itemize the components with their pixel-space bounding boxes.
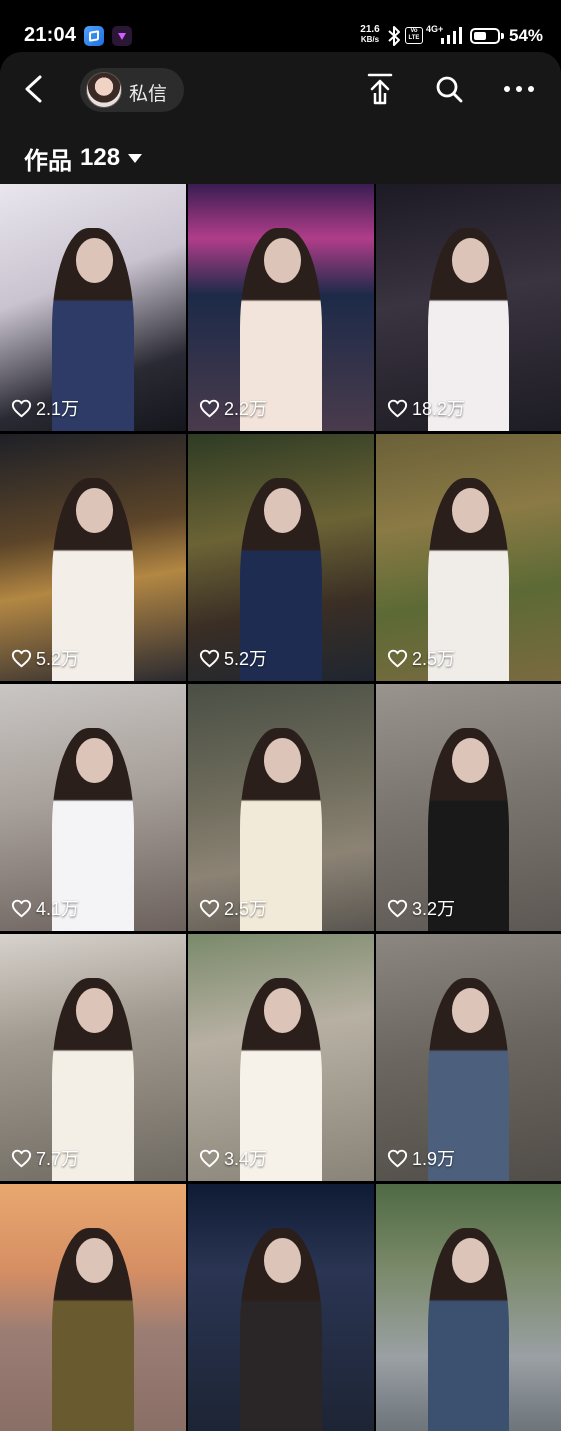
app-notification-icon <box>84 26 104 46</box>
bluetooth-icon <box>388 26 400 46</box>
like-count: 2.1万 <box>11 395 79 421</box>
battery-level <box>474 32 486 40</box>
video-thumbnail[interactable]: 3.4万 <box>188 934 374 1181</box>
volte-bottom: LTE <box>408 35 420 41</box>
video-thumbnail[interactable]: 1.9万 <box>376 934 561 1181</box>
video-thumbnail[interactable]: 4.1万 <box>0 684 186 931</box>
like-count: 5.2万 <box>199 645 267 671</box>
heart-icon <box>387 399 408 417</box>
video-thumbnail[interactable]: 2.1万 <box>0 184 186 431</box>
heart-icon <box>11 649 32 667</box>
back-button[interactable] <box>20 74 48 104</box>
like-count: 2.2万 <box>199 395 267 421</box>
like-count-value: 2.5万 <box>412 649 456 669</box>
heart-icon <box>387 649 408 667</box>
heart-icon <box>387 1149 408 1167</box>
like-count-value: 2.2万 <box>224 399 268 419</box>
thumbnail-face <box>76 988 114 1033</box>
thumbnail-face <box>76 1238 114 1283</box>
like-count: 5.2万 <box>11 645 79 671</box>
heart-icon <box>199 899 220 917</box>
heart-icon <box>11 399 32 417</box>
thumbnail-face <box>264 988 302 1033</box>
more-button[interactable] <box>502 82 536 96</box>
network-speed-unit: KB/s <box>360 35 380 44</box>
like-count-value: 5.2万 <box>36 649 80 669</box>
like-count: 2.5万 <box>199 895 267 921</box>
network-speed: 21.6 KB/s <box>358 24 382 45</box>
battery-icon <box>470 28 500 44</box>
signal-icon <box>441 27 462 44</box>
like-count: 2.5万 <box>387 645 455 671</box>
like-count: 3.2万 <box>387 895 455 921</box>
search-button[interactable] <box>434 74 464 104</box>
thumbnail-face <box>76 738 114 783</box>
video-thumbnail[interactable]: 5.2万 <box>188 434 374 681</box>
thumbnail-face <box>451 988 489 1033</box>
status-bar: 21:04 21.6 KB/s Vo LTE 4G+ 54% <box>0 0 561 52</box>
direct-message-button[interactable]: 私信 <box>80 68 184 112</box>
works-label: 作品 <box>24 147 72 175</box>
thumbnail-face <box>264 1238 302 1283</box>
thumbnail-face <box>264 738 302 783</box>
thumbnail-face <box>76 238 114 283</box>
app-notification-icon <box>112 26 132 46</box>
video-thumbnail[interactable]: 3.2万 <box>376 684 561 931</box>
thumbnail-face <box>451 488 489 533</box>
like-count-value: 7.7万 <box>36 1149 80 1169</box>
thumbnail-face <box>264 238 302 283</box>
heart-icon <box>199 1149 220 1167</box>
thumbnail-face <box>451 738 489 783</box>
works-filter-dropdown[interactable]: 作品 128 <box>24 142 143 175</box>
like-count: 1.9万 <box>387 1145 455 1171</box>
heart-icon <box>387 899 408 917</box>
like-count-value: 3.4万 <box>224 1149 268 1169</box>
thumbnail-face <box>264 488 302 533</box>
video-thumbnail[interactable]: 5.2万 <box>0 434 186 681</box>
thumbnail-face <box>451 1238 489 1283</box>
like-count-value: 18.2万 <box>412 399 466 419</box>
heart-icon <box>11 1149 32 1167</box>
video-thumbnail[interactable] <box>188 1184 374 1431</box>
battery-percent: 54% <box>509 26 544 45</box>
video-thumbnail[interactable] <box>376 1184 561 1431</box>
status-time: 21:04 <box>24 24 77 46</box>
like-count: 18.2万 <box>387 395 465 421</box>
heart-icon <box>199 399 220 417</box>
direct-message-label: 私信 <box>129 84 168 105</box>
like-count-value: 3.2万 <box>412 899 456 919</box>
like-count: 7.7万 <box>11 1145 79 1171</box>
like-count: 3.4万 <box>199 1145 267 1171</box>
works-count: 128 <box>80 144 121 171</box>
like-count-value: 2.1万 <box>36 399 80 419</box>
volte-icon: Vo LTE <box>405 27 423 44</box>
avatar <box>86 72 122 108</box>
caret-down-icon <box>128 153 143 163</box>
heart-icon <box>11 899 32 917</box>
video-thumbnail[interactable]: 7.7万 <box>0 934 186 1181</box>
share-button[interactable] <box>366 72 394 106</box>
thumbnail-face <box>76 488 114 533</box>
video-thumbnail[interactable]: 2.5万 <box>188 684 374 931</box>
like-count-value: 2.5万 <box>224 899 268 919</box>
volte-top: Vo <box>410 28 418 34</box>
video-grid: 2.1万 2.2万 18.2万 5.2万 5.2万 2.5万 4.1万 2.5万 3.2万 7.7… <box>0 184 561 1431</box>
like-count-value: 4.1万 <box>36 899 80 919</box>
heart-icon <box>199 649 220 667</box>
video-thumbnail[interactable] <box>0 1184 186 1431</box>
battery-cap <box>501 33 504 39</box>
like-count-value: 5.2万 <box>224 649 268 669</box>
profile-header: 私信 作品 128 <box>0 52 561 184</box>
like-count: 4.1万 <box>11 895 79 921</box>
thumbnail-face <box>451 238 489 283</box>
video-thumbnail[interactable]: 18.2万 <box>376 184 561 431</box>
network-speed-value: 21.6 <box>360 24 380 35</box>
like-count-value: 1.9万 <box>412 1149 456 1169</box>
video-thumbnail[interactable]: 2.5万 <box>376 434 561 681</box>
video-thumbnail[interactable]: 2.2万 <box>188 184 374 431</box>
